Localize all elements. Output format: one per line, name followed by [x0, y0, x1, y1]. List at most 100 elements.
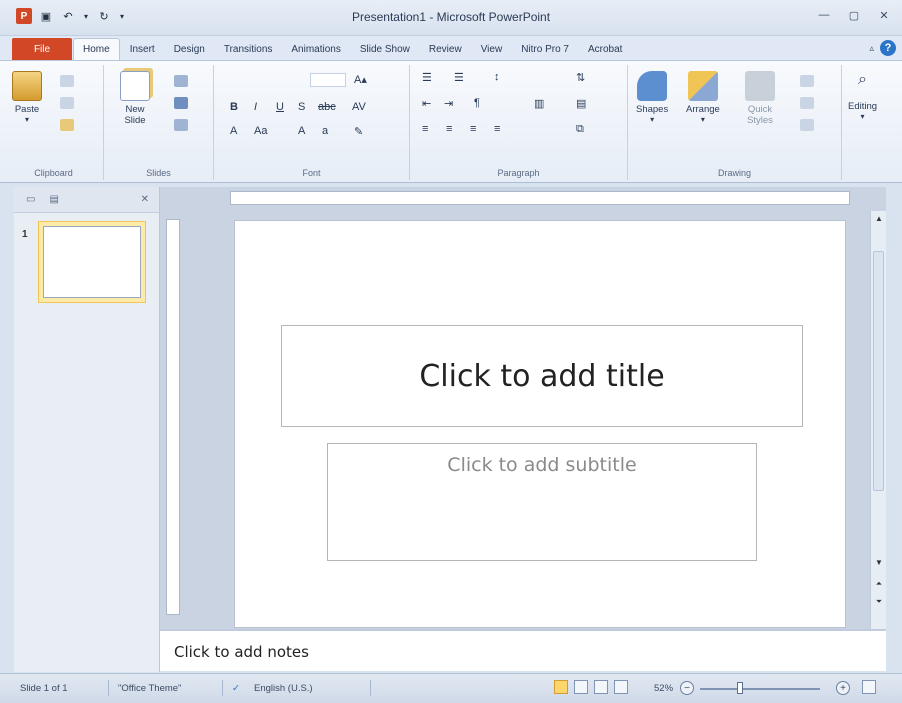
- vertical-scrollbar[interactable]: ▲ ▼ ⏶ ⏷: [870, 211, 886, 629]
- drawing-label: Drawing: [717, 168, 751, 178]
- next-slide-icon[interactable]: ⏷: [871, 595, 887, 609]
- italic-button[interactable]: I: [254, 101, 257, 113]
- normal-view-button[interactable]: [554, 680, 568, 694]
- smartart-icon[interactable]: ⧉: [576, 123, 584, 136]
- increase-font-icon[interactable]: A: [298, 125, 305, 137]
- increase-indent-icon[interactable]: ⇥: [444, 97, 453, 110]
- text-direction-icon[interactable]: ⇅: [576, 71, 585, 84]
- scroll-down-icon[interactable]: ▼: [871, 555, 887, 569]
- subtitle-placeholder[interactable]: Click to add subtitle: [327, 443, 757, 561]
- spellcheck-icon[interactable]: ✓: [232, 683, 240, 694]
- slides-panel: ▭ ▤ ✕ 1: [14, 187, 160, 672]
- slide-thumbnail[interactable]: [38, 221, 146, 303]
- slide-canvas[interactable]: Click to add title Click to add subtitle: [235, 221, 845, 627]
- columns-icon[interactable]: ▥: [534, 97, 544, 110]
- fit-to-window-icon[interactable]: [862, 680, 876, 694]
- outline-tab-icon[interactable]: ▤: [49, 194, 58, 205]
- paste-icon: [12, 71, 42, 101]
- slide-number: 1: [22, 229, 28, 240]
- grow-font-icon[interactable]: A▴: [354, 73, 367, 86]
- shape-effects-icon[interactable]: [800, 119, 814, 131]
- new-slide-button[interactable]: New Slide: [118, 71, 152, 126]
- zoom-slider-knob[interactable]: [737, 682, 743, 694]
- title-bar: P ▣ ↶ ▾ ↻ ▾ Presentation1 - Microsoft Po…: [0, 0, 902, 36]
- maximize-icon[interactable]: ▢: [846, 8, 862, 22]
- tab-home[interactable]: Home: [73, 38, 120, 60]
- binoculars-icon: ⌕: [858, 71, 868, 88]
- editing-button[interactable]: ⌕ Editing ▾: [848, 71, 877, 121]
- tab-nitro-pro[interactable]: Nitro Pro 7: [512, 38, 578, 60]
- decrease-font-icon[interactable]: a: [322, 125, 328, 137]
- slide-show-button[interactable]: [614, 680, 628, 694]
- section-icon[interactable]: [174, 119, 188, 131]
- underline-button[interactable]: U: [276, 101, 284, 113]
- notes-pane[interactable]: Click to add notes: [160, 629, 886, 671]
- zoom-in-icon[interactable]: +: [836, 681, 850, 695]
- close-panel-icon[interactable]: ✕: [141, 194, 149, 205]
- theme-name[interactable]: "Office Theme": [118, 683, 181, 694]
- rtl-icon[interactable]: ¶: [474, 97, 480, 109]
- line-spacing-icon[interactable]: ↕: [494, 71, 500, 83]
- strikethrough-icon[interactable]: abc: [318, 101, 336, 113]
- scroll-thumb[interactable]: [873, 251, 884, 491]
- close-icon[interactable]: ✕: [876, 8, 892, 22]
- justify-icon[interactable]: ≡: [494, 123, 500, 135]
- align-text-icon[interactable]: ▤: [576, 97, 586, 110]
- copy-icon[interactable]: [60, 97, 74, 109]
- quick-styles-icon: [745, 71, 775, 101]
- cut-icon[interactable]: [60, 75, 74, 87]
- slide-sorter-button[interactable]: [574, 680, 588, 694]
- tab-acrobat[interactable]: Acrobat: [579, 38, 631, 60]
- align-right-icon[interactable]: ≡: [470, 123, 476, 135]
- bullets-icon[interactable]: ☰: [422, 71, 432, 84]
- ribbon: Paste ▾ Clipboard New Slide Slides A▴ B …: [0, 60, 902, 183]
- zoom-slider[interactable]: [700, 688, 820, 690]
- window-title: Presentation1 - Microsoft PowerPoint: [351, 10, 551, 24]
- zoom-level[interactable]: 52%: [654, 683, 673, 694]
- scroll-up-icon[interactable]: ▲: [871, 211, 887, 225]
- clear-format-icon[interactable]: ✎: [354, 125, 363, 138]
- paste-button[interactable]: Paste ▾: [12, 71, 42, 124]
- reset-icon[interactable]: [174, 97, 188, 109]
- align-center-icon[interactable]: ≡: [446, 123, 452, 135]
- char-spacing-icon[interactable]: AV: [352, 101, 366, 113]
- layout-icon[interactable]: [174, 75, 188, 87]
- new-slide-icon: [120, 71, 150, 101]
- font-color-icon[interactable]: A: [230, 125, 237, 137]
- zoom-out-icon[interactable]: −: [680, 681, 694, 695]
- tab-design[interactable]: Design: [165, 38, 214, 60]
- language[interactable]: English (U.S.): [254, 683, 313, 694]
- change-case-icon[interactable]: Aa: [254, 125, 267, 137]
- title-placeholder[interactable]: Click to add title: [281, 325, 803, 427]
- help-icon[interactable]: ?: [880, 40, 896, 56]
- tab-review[interactable]: Review: [420, 38, 471, 60]
- font-size-box[interactable]: [310, 73, 346, 87]
- bold-button[interactable]: B: [230, 101, 238, 113]
- slide-editor: Click to add title Click to add subtitle…: [160, 187, 886, 629]
- quick-styles-button[interactable]: Quick Styles: [740, 71, 780, 126]
- tab-slide-show[interactable]: Slide Show: [351, 38, 419, 60]
- tab-insert[interactable]: Insert: [121, 38, 164, 60]
- decrease-indent-icon[interactable]: ⇤: [422, 97, 431, 110]
- paste-dropdown-icon[interactable]: ▾: [25, 115, 29, 124]
- minimize-icon[interactable]: —: [816, 8, 832, 22]
- tab-animations[interactable]: Animations: [282, 38, 349, 60]
- numbering-icon[interactable]: ☰: [454, 71, 464, 84]
- minimize-ribbon-icon[interactable]: ▵: [869, 43, 874, 54]
- vertical-ruler: [166, 219, 180, 615]
- reading-view-button[interactable]: [594, 680, 608, 694]
- shape-outline-icon[interactable]: [800, 97, 814, 109]
- font-group: A▴ B I U S abc AV A Aa A a ✎ Font: [214, 65, 410, 180]
- shadow-icon[interactable]: S: [298, 101, 305, 113]
- align-left-icon[interactable]: ≡: [422, 123, 428, 135]
- shapes-button[interactable]: Shapes ▾: [636, 71, 668, 124]
- arrange-button[interactable]: Arrange ▾: [686, 71, 720, 124]
- previous-slide-icon[interactable]: ⏶: [871, 577, 887, 591]
- shape-fill-icon[interactable]: [800, 75, 814, 87]
- tab-view[interactable]: View: [472, 38, 512, 60]
- paragraph-group: ☰ ☰ ↕ ⇅ ⇤ ⇥ ¶ ▥ ▤ ≡ ≡ ≡ ≡ ⧉ Paragraph: [410, 65, 628, 180]
- tab-file[interactable]: File: [12, 38, 72, 60]
- slides-tab-icon[interactable]: ▭: [26, 194, 35, 205]
- format-painter-icon[interactable]: [60, 119, 74, 131]
- tab-transitions[interactable]: Transitions: [215, 38, 282, 60]
